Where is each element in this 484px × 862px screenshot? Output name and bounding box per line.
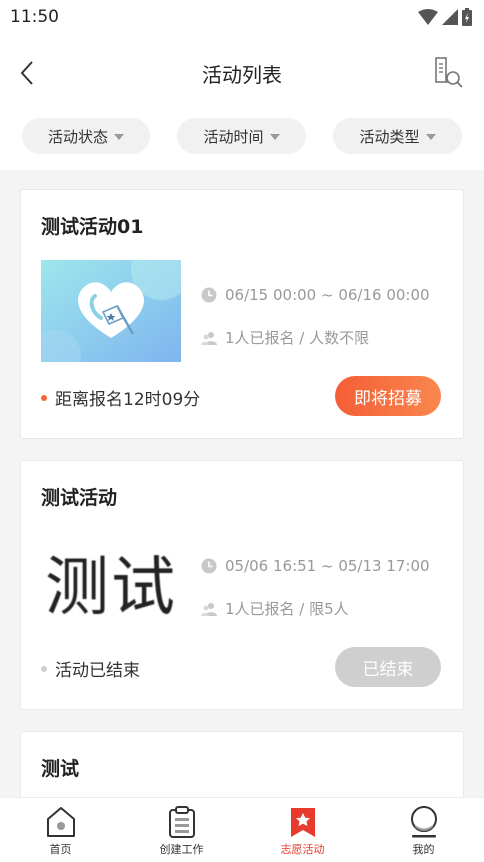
- activity-title: 测试: [41, 758, 80, 780]
- status-icons: [418, 8, 472, 26]
- activity-signup: 1人已报名 / 人数不限: [225, 329, 370, 347]
- home-icon: [46, 807, 75, 837]
- activity-time: 05/06 16:51 ~ 05/13 17:00: [225, 557, 430, 575]
- activity-status-text: 活动已结束: [55, 661, 140, 681]
- activity-title: 测试活动01: [41, 216, 144, 238]
- status-dot: [41, 665, 47, 672]
- activity-signup-row: 1人已报名 / 限5人: [201, 598, 349, 619]
- tab-create-work-label: 创建工作: [159, 843, 204, 856]
- activity-thumbnail: [41, 260, 181, 362]
- back-button[interactable]: [14, 58, 40, 88]
- caret-down-icon: [425, 134, 436, 140]
- status-bar: 11:50: [0, 0, 484, 34]
- filter-type[interactable]: 活动类型: [333, 118, 462, 154]
- activity-status-text: 距离报名12时09分: [55, 390, 201, 410]
- recruit-soon-button[interactable]: 即将招募: [335, 376, 441, 416]
- activity-card[interactable]: 测试活动 测试 05/06 16:51 ~ 05/13 17:00 1人已报名 …: [20, 460, 464, 710]
- activity-status: 活动已结束: [41, 656, 140, 681]
- tab-volunteer-activity[interactable]: 志愿活动: [242, 798, 363, 862]
- tab-mine-label: 我的: [412, 843, 435, 856]
- filter-time[interactable]: 活动时间: [177, 118, 306, 154]
- bottom-tab-bar: 首页 创建工作 志愿活动 我的: [0, 797, 484, 862]
- activity-time-row: 05/06 16:51 ~ 05/13 17:00: [201, 557, 430, 575]
- activity-thumbnail: 测试: [41, 531, 181, 633]
- activity-time-row: 06/15 00:00 ~ 06/16 00:00: [201, 286, 430, 304]
- tab-mine[interactable]: 我的: [363, 798, 484, 862]
- filter-status-label: 活动状态: [47, 127, 108, 146]
- battery-icon: [462, 8, 472, 26]
- caret-down-icon: [114, 134, 124, 140]
- clipboard-icon: [168, 806, 195, 838]
- filter-time-label: 活动时间: [203, 127, 264, 146]
- tab-create-work[interactable]: 创建工作: [121, 798, 242, 862]
- status-dot: [41, 394, 47, 401]
- activity-card[interactable]: 测试活动01 06/15 00:00 ~ 06/16 00:00 1人已报名 /…: [20, 189, 464, 439]
- activity-title: 测试活动: [41, 487, 118, 509]
- tab-home[interactable]: 首页: [0, 798, 121, 862]
- search-button[interactable]: [434, 56, 464, 90]
- tab-home-label: 首页: [49, 843, 72, 856]
- filter-status[interactable]: 活动状态: [22, 118, 150, 154]
- app-header: 活动列表: [0, 34, 484, 112]
- page-title: 活动列表: [202, 62, 282, 87]
- status-time: 11:50: [10, 7, 59, 27]
- filter-bar: 活动状态 活动时间 活动类型: [0, 112, 484, 170]
- heart-flag-image: [41, 260, 181, 362]
- thumbnail-text: 测试: [45, 551, 177, 625]
- filter-type-label: 活动类型: [359, 127, 420, 146]
- clock-icon: [201, 287, 217, 303]
- caret-down-icon: [269, 134, 280, 140]
- ended-button[interactable]: 已结束: [335, 647, 441, 687]
- activity-signup-row: 1人已报名 / 人数不限: [201, 327, 369, 348]
- chevron-left-icon: [20, 61, 33, 85]
- user-icon: [410, 806, 437, 838]
- signal-icon: [442, 9, 458, 25]
- people-icon: [201, 602, 217, 616]
- wifi-icon: [418, 9, 438, 25]
- people-icon: [201, 331, 217, 345]
- activity-status: 距离报名12时09分: [41, 385, 200, 410]
- tab-volunteer-activity-label: 志愿活动: [280, 843, 325, 856]
- document-search-icon: [435, 57, 463, 88]
- star-bookmark-icon: [290, 808, 315, 837]
- clock-icon: [201, 558, 217, 574]
- activity-signup: 1人已报名 / 限5人: [225, 600, 349, 618]
- activity-time: 06/15 00:00 ~ 06/16 00:00: [225, 286, 430, 304]
